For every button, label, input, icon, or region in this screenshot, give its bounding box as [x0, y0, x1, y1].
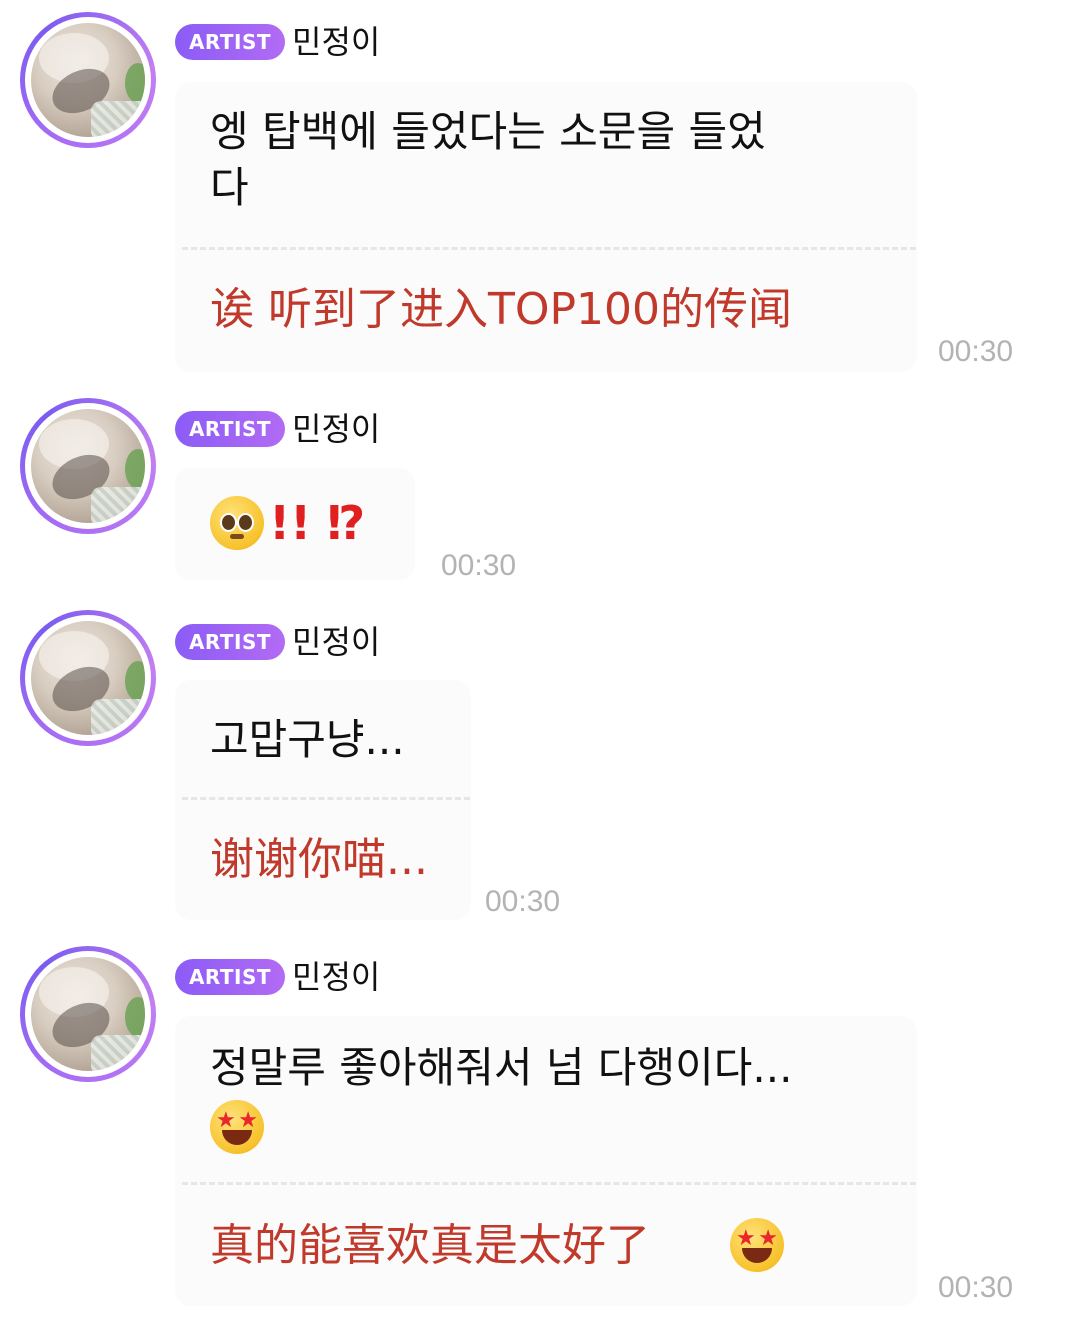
avatar-photo — [31, 621, 145, 735]
message-timestamp: 00:30 — [938, 1271, 1014, 1304]
avatar[interactable] — [20, 610, 156, 746]
message-text-line-2: 다 — [210, 163, 249, 212]
avatar-ring — [25, 17, 151, 143]
exclamation-marks: !! ⁉ — [269, 496, 366, 550]
translation-divider — [182, 1182, 916, 1185]
pleading-face-icon — [210, 496, 264, 550]
translation-emoji: ★ ★ — [730, 1218, 784, 1272]
sender-name[interactable]: 민정이 — [292, 622, 380, 662]
message-text: 정말루 좋아해줘서 넘 다행이다... — [210, 1043, 793, 1092]
message-timestamp: 00:30 — [938, 335, 1014, 368]
translation-divider — [182, 247, 916, 250]
translation-text: 真的能喜欢真是太好了 — [210, 1220, 650, 1271]
avatar[interactable] — [20, 398, 156, 534]
message-emoji: ★ ★ — [210, 1100, 264, 1154]
avatar-ring — [25, 615, 151, 741]
translation-text: 谢谢你喵... — [210, 834, 428, 885]
star-struck-icon: ★ ★ — [730, 1218, 784, 1272]
message-text: 고맙구냥... — [210, 715, 405, 764]
message-text-line-1: 엥 탑백에 들었다는 소문을 들었 — [210, 107, 766, 156]
avatar-photo — [31, 23, 145, 137]
message-timestamp: 00:30 — [441, 549, 517, 582]
avatar-ring — [25, 951, 151, 1077]
message-timestamp: 00:30 — [485, 885, 561, 918]
artist-badge: ARTIST — [175, 959, 285, 995]
avatar-photo — [31, 409, 145, 523]
avatar-ring — [25, 403, 151, 529]
avatar-photo — [31, 957, 145, 1071]
message-content: !! ⁉ — [210, 496, 365, 556]
avatar[interactable] — [20, 946, 156, 1082]
star-struck-icon: ★ ★ — [210, 1100, 264, 1154]
artist-badge: ARTIST — [175, 24, 285, 60]
sender-name[interactable]: 민정이 — [292, 957, 380, 997]
avatar[interactable] — [20, 12, 156, 148]
artist-badge: ARTIST — [175, 624, 285, 660]
translation-divider — [182, 797, 470, 800]
sender-name[interactable]: 민정이 — [292, 22, 380, 62]
sender-name[interactable]: 민정이 — [292, 409, 380, 449]
artist-badge: ARTIST — [175, 411, 285, 447]
translation-text: 诶 听到了进入TOP100的传闻 — [210, 284, 793, 335]
